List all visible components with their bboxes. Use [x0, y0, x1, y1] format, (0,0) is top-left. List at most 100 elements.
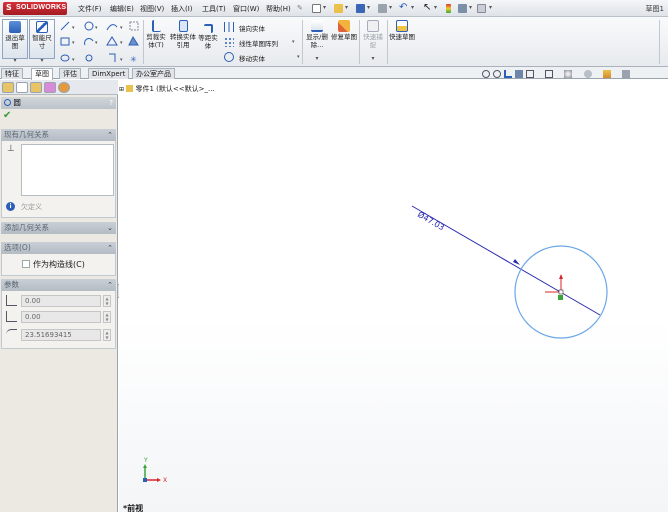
save-dropdown-arrow[interactable]: ▾ [367, 4, 370, 11]
print-icon[interactable] [378, 4, 387, 13]
new-dropdown-arrow[interactable]: ▾ [323, 4, 326, 11]
ellipse-tool-icon [85, 54, 93, 62]
display-style-icon[interactable] [545, 70, 553, 78]
quick-snaps-icon [367, 20, 379, 32]
existing-relations-body: ⊥ i 欠定义 [1, 141, 116, 218]
display-delete-dropdown[interactable]: ▾ [304, 55, 330, 63]
offset-entities-button[interactable]: 等距实体 [197, 23, 219, 50]
exit-sketch-label: 退出草图 [5, 34, 25, 50]
rapid-sketch-button[interactable]: 快速草图 [389, 19, 415, 41]
zoom-to-area-icon[interactable] [493, 70, 501, 78]
menu-insert[interactable]: 插入(I) [171, 4, 193, 14]
scene-icon[interactable] [603, 70, 611, 78]
options-header[interactable]: 选项(O) ⌃ [1, 242, 116, 254]
relations-list[interactable] [21, 144, 114, 196]
menu-view[interactable]: 视图(V) [140, 4, 164, 14]
options-icon[interactable] [477, 4, 486, 13]
new-document-icon[interactable] [312, 4, 321, 13]
convert-icon [178, 20, 188, 32]
move-dropdown[interactable]: ▾ [297, 54, 300, 60]
toolbar-separator [659, 20, 660, 64]
radius-icon [6, 329, 17, 340]
quick-snaps-button[interactable]: 快速捕捉 ▾ [361, 19, 385, 62]
exit-sketch-dropdown[interactable]: ▾ [3, 57, 27, 65]
add-relations-header[interactable]: 添加几何关系 ⌄ [1, 222, 116, 234]
zoom-to-fit-icon[interactable] [482, 70, 490, 78]
rebuild-icon[interactable] [446, 4, 451, 13]
pin-icon[interactable]: ✎ [297, 4, 303, 12]
view-orientation-icon[interactable] [526, 70, 534, 78]
offset-entities-icon [203, 24, 213, 33]
options-body: 作为构造线(C) [1, 254, 116, 276]
menu-help[interactable]: 帮助(H) [266, 4, 291, 14]
save-icon[interactable] [356, 4, 365, 13]
exit-sketch-button[interactable]: 退出草图 ▾ [2, 19, 28, 64]
existing-relations-header[interactable]: 现有几何关系 ⌃ [1, 129, 116, 141]
select-cursor-icon[interactable]: ↖ [423, 2, 431, 13]
tab-sketch[interactable]: 草图 [31, 68, 53, 80]
smart-dimension-dropdown[interactable]: ▾ [30, 57, 54, 65]
undo-dropdown-arrow[interactable]: ▾ [411, 4, 414, 11]
linear-pattern-button[interactable]: 线性草图阵列 [239, 38, 278, 48]
chamfer-tool-icon [128, 35, 139, 46]
linear-pattern-dropdown[interactable]: ▾ [292, 39, 295, 45]
tab-dimxpert[interactable]: DimXpert [88, 68, 130, 79]
tab-features[interactable]: 特征 [1, 68, 23, 79]
collapse-chevron-icon[interactable]: ⌃ [107, 279, 113, 291]
tab-evaluate[interactable]: 评估 [59, 68, 81, 79]
menu-tools[interactable]: 工具(T) [202, 4, 226, 14]
help-icon[interactable]: ? [109, 97, 113, 109]
menu-file[interactable]: 文件(F) [78, 4, 102, 14]
center-y-field[interactable]: 0.00 [21, 311, 101, 323]
select-dropdown-arrow[interactable]: ▾ [434, 4, 437, 11]
radius-spinner[interactable]: ▲ ▼ [103, 329, 111, 341]
center-x-spinner[interactable]: ▲ ▼ [103, 295, 111, 307]
tab-office-products[interactable]: 办公室产品 [132, 68, 175, 79]
exit-sketch-icon [9, 21, 21, 33]
construction-checkbox[interactable] [22, 260, 30, 268]
feature-manager-tab-icon[interactable] [2, 82, 14, 93]
svg-text:▾: ▾ [120, 57, 123, 63]
display-delete-relations-button[interactable]: 显示/删除... ▾ [304, 19, 330, 62]
open-dropdown-arrow[interactable]: ▾ [345, 4, 348, 11]
convert-entities-button[interactable]: 转换实体引用 [170, 19, 196, 49]
solidworks-logo[interactable]: Ѕ SOLIDWORKS [3, 2, 67, 15]
property-manager-tab-icon[interactable] [16, 82, 28, 93]
radius-field[interactable]: 23.51693415 [21, 329, 101, 341]
collapse-chevron-icon[interactable]: ⌃ [107, 129, 113, 141]
dimxpert-manager-tab-icon[interactable] [44, 82, 56, 93]
undo-icon[interactable]: ↶ [399, 2, 407, 13]
menu-window[interactable]: 窗口(W) [233, 4, 259, 14]
property-manager-panel: 圆 ? ✔ 现有几何关系 ⌃ ⊥ i 欠定义 添加几何关系 ⌄ 选项(O) ⌃ … [0, 80, 118, 512]
menu-edit[interactable]: 编辑(E) [110, 4, 134, 14]
mirror-entities-button[interactable]: 镜向实体 [239, 23, 265, 33]
move-entities-button[interactable]: 移动实体 [239, 53, 265, 63]
triad-y-label: Y [143, 457, 148, 464]
collapse-chevron-icon[interactable]: ⌃ [107, 242, 113, 254]
quick-snaps-dropdown[interactable]: ▾ [361, 55, 385, 63]
center-y-spinner[interactable]: ▲ ▼ [103, 311, 111, 323]
parameters-header[interactable]: 参数 ⌃ [1, 279, 116, 291]
appearance-icon[interactable] [584, 70, 592, 78]
sketch-canvas[interactable]: Ø47.03 Y X [119, 80, 668, 512]
center-x-field[interactable]: 0.00 [21, 295, 101, 307]
previous-view-icon[interactable] [504, 70, 512, 78]
trim-entities-button[interactable]: 剪裁实体(T) [144, 19, 168, 49]
file-properties-icon[interactable] [458, 4, 467, 13]
section-view-icon[interactable] [515, 70, 523, 78]
display-manager-tab-icon[interactable] [58, 82, 70, 93]
construction-label: 作为构造线(C) [33, 260, 85, 269]
ok-checkmark-button[interactable]: ✔ [3, 110, 11, 121]
smart-dimension-button[interactable]: 智能尺寸 ▾ [29, 19, 55, 64]
repair-sketch-button[interactable]: 修复草图 [331, 19, 357, 41]
open-folder-icon[interactable] [334, 4, 343, 13]
print-dropdown-arrow[interactable]: ▾ [389, 4, 392, 11]
hide-show-items-icon[interactable] [564, 70, 572, 78]
properties-dropdown-arrow[interactable]: ▾ [469, 4, 472, 11]
graphics-area[interactable]: ⊞ 零件1 (默认<<默认>_... Ø47.03 Y X *前视 [119, 80, 668, 512]
expand-chevron-icon[interactable]: ⌄ [107, 222, 113, 234]
view-settings-icon[interactable] [622, 70, 630, 78]
options-dropdown-arrow[interactable]: ▾ [489, 4, 492, 11]
configuration-manager-tab-icon[interactable] [30, 82, 42, 93]
rectangle-tool-icon [60, 37, 70, 46]
